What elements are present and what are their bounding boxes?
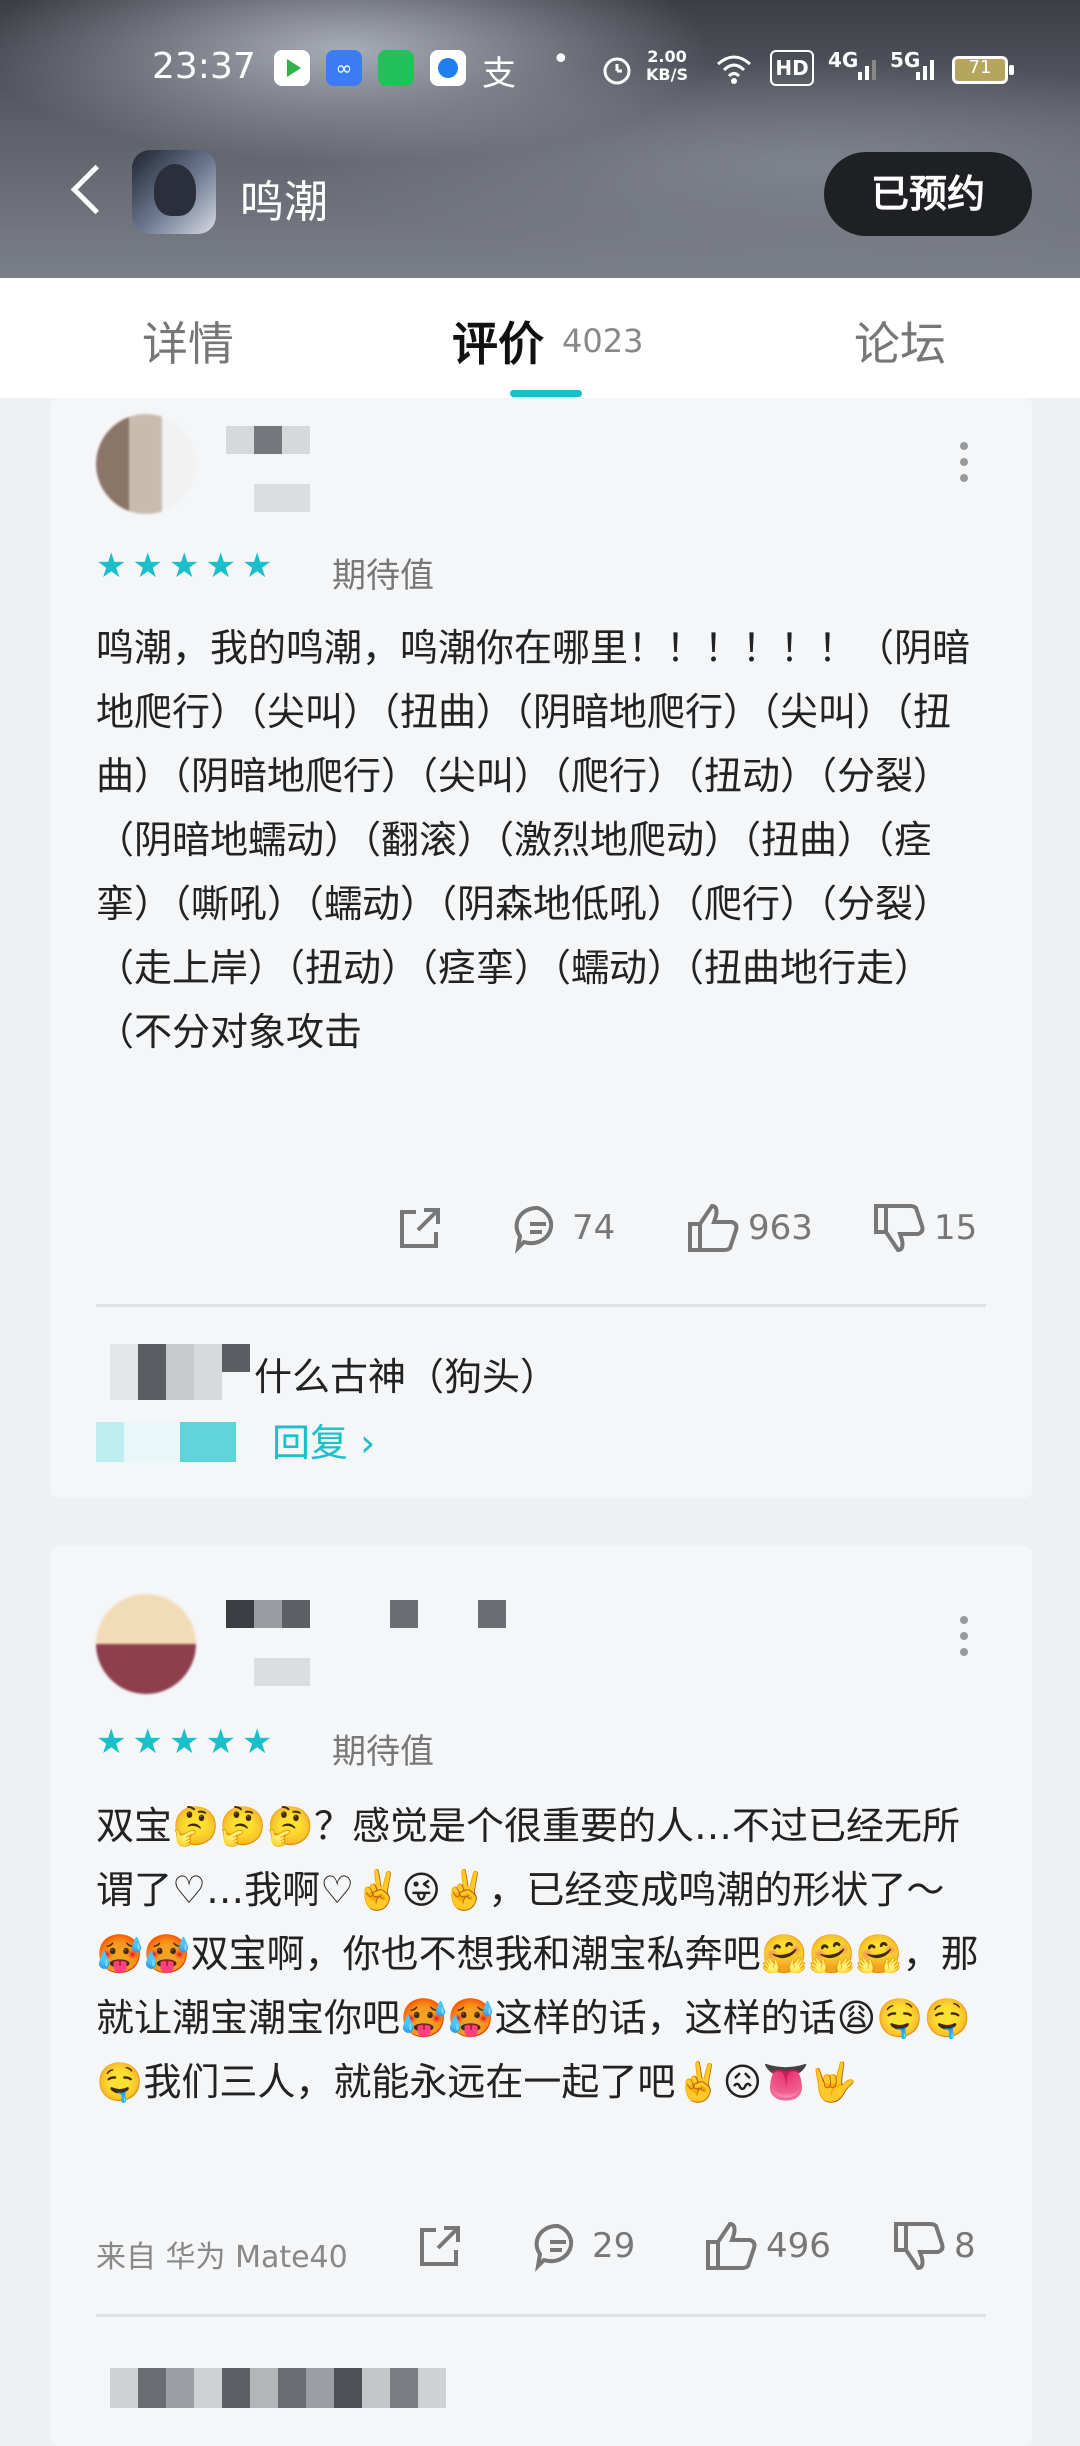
network-4g: 4G xyxy=(828,48,859,72)
dislike-button[interactable]: 8 xyxy=(890,2220,976,2272)
rating-label: 期待值 xyxy=(332,556,434,596)
battery-icon: 71 xyxy=(952,56,1014,84)
alipay-icon: 支 xyxy=(482,54,516,94)
comment-count: 74 xyxy=(572,1208,616,1248)
share-icon xyxy=(400,1208,440,1248)
username-blurred xyxy=(226,1600,506,1628)
dot-icon: • xyxy=(552,42,570,77)
net-speed: 2.00 KB/S xyxy=(646,48,688,84)
signal-icon-2 xyxy=(916,60,934,80)
status-bar: 23:37 ∞ 支 • 2.00 KB/S HD 4G 5G 71 xyxy=(0,36,1080,100)
tab-reviews[interactable]: 评价 xyxy=(452,308,544,374)
app-icon-blue-infinity: ∞ xyxy=(326,50,362,86)
reply-count-blurred xyxy=(96,1422,236,1462)
tab-indicator xyxy=(510,390,582,397)
reply-preview[interactable]: 什么古神（狗头） xyxy=(254,1346,558,1401)
alarm-icon xyxy=(603,57,631,85)
avatar[interactable] xyxy=(96,414,196,514)
reserved-button[interactable]: 已预约 xyxy=(824,152,1032,236)
review-card: ★★★★★ 期待值 双宝🤔🤔🤔？感觉是个很重要的人…不过已经无所谓了♡…我啊♡✌… xyxy=(50,1546,1032,2446)
avatar[interactable] xyxy=(96,1594,196,1694)
next-reply-blurred xyxy=(110,2368,446,2408)
thumbs-down-icon xyxy=(874,1204,925,1253)
comment-button[interactable]: 74 xyxy=(512,1202,615,1254)
share-button[interactable] xyxy=(414,2220,474,2272)
divider xyxy=(96,1304,986,1307)
app-icon-green-play xyxy=(274,50,310,86)
comment-icon xyxy=(534,2223,574,2272)
more-options-icon[interactable] xyxy=(958,1616,970,1664)
review-content[interactable]: 鸣潮，我的鸣潮，鸣潮你在哪里！！！！！！（阴暗地爬行）（尖叫）（扭曲）（阴暗地爬… xyxy=(96,616,986,1064)
hd-badge: HD xyxy=(770,50,814,86)
rating-label: 期待值 xyxy=(332,1732,434,1772)
app-avatar xyxy=(132,150,216,234)
status-time: 23:37 xyxy=(152,46,256,87)
review-card: ★★★★★ 期待值 鸣潮，我的鸣潮，鸣潮你在哪里！！！！！！（阴暗地爬行）（尖叫… xyxy=(50,398,1032,1498)
tab-details[interactable]: 详情 xyxy=(142,308,234,374)
thumbs-up-icon xyxy=(688,1203,739,1252)
share-button[interactable] xyxy=(394,1202,454,1254)
username-blurred xyxy=(226,426,310,454)
comment-button[interactable]: 29 xyxy=(532,2220,635,2272)
divider xyxy=(96,2314,986,2317)
wifi-icon xyxy=(717,55,751,84)
comment-icon xyxy=(514,1205,554,1254)
rating-stars: ★★★★★ xyxy=(96,1722,279,1762)
reviews-count: 4023 xyxy=(562,322,644,360)
review-content[interactable]: 双宝🤔🤔🤔？感觉是个很重要的人…不过已经无所谓了♡…我啊♡✌️😜✌️，已经变成鸣… xyxy=(96,1794,986,2114)
app-header: 23:37 ∞ 支 • 2.00 KB/S HD 4G 5G 71 鸣潮 已预约 xyxy=(0,0,1080,278)
comment-count: 29 xyxy=(592,2226,636,2266)
user-level-blurred xyxy=(254,1658,310,1686)
like-button[interactable]: 496 xyxy=(702,2220,831,2272)
dislike-count: 15 xyxy=(934,1208,978,1248)
like-count: 963 xyxy=(748,1208,813,1248)
thumbs-down-icon xyxy=(894,2222,945,2271)
all-replies-link[interactable]: 回复 › xyxy=(272,1412,375,1467)
net-speed-unit: KB/S xyxy=(646,65,688,84)
reply-author-blurred xyxy=(110,1344,250,1400)
user-level-blurred xyxy=(254,484,310,512)
app-icon-blue-circle xyxy=(430,50,466,86)
app-name: 鸣潮 xyxy=(240,177,328,228)
signal-icon xyxy=(858,60,876,80)
tab-bar: 详情 评价 4023 论坛 xyxy=(0,278,1080,398)
net-speed-value: 2.00 xyxy=(647,47,687,66)
rating-stars: ★★★★★ xyxy=(96,546,279,586)
device-source: 来自 华为 Mate40 xyxy=(96,2240,348,2275)
dislike-count: 8 xyxy=(954,2226,976,2266)
dislike-button[interactable]: 15 xyxy=(870,1202,977,1254)
more-options-icon[interactable] xyxy=(958,442,970,490)
battery-level: 71 xyxy=(968,57,992,78)
share-icon xyxy=(420,2226,460,2266)
svg-text:∞: ∞ xyxy=(336,56,353,80)
back-button[interactable] xyxy=(60,160,114,222)
tab-forum[interactable]: 论坛 xyxy=(854,308,946,374)
like-count: 496 xyxy=(766,2226,831,2266)
thumbs-up-icon xyxy=(706,2221,757,2270)
like-button[interactable]: 963 xyxy=(684,1202,813,1254)
app-icon-green-square xyxy=(378,50,414,86)
